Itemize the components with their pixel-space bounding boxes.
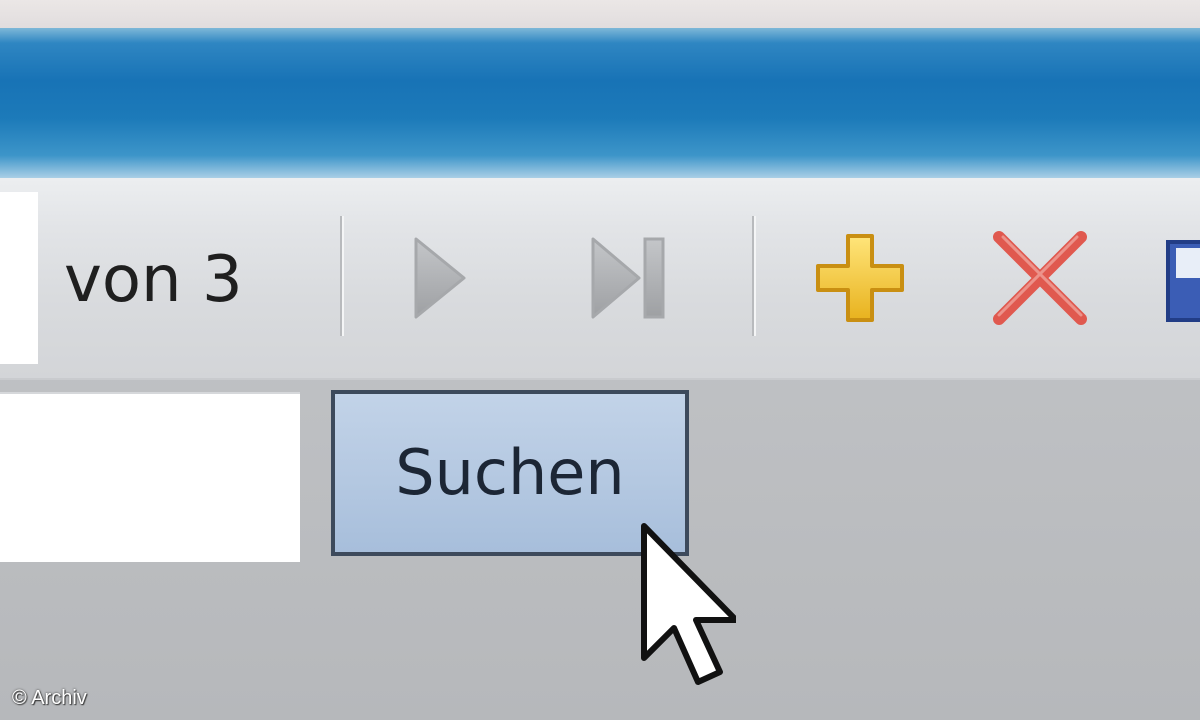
page-count-label: von 3 <box>64 243 243 317</box>
next-record-button[interactable] <box>380 218 500 338</box>
last-record-button[interactable] <box>570 218 690 338</box>
close-icon <box>993 231 1087 325</box>
window-title-bar <box>0 28 1200 178</box>
copyright-watermark: © Archiv <box>12 687 87 709</box>
mouse-pointer-icon <box>641 523 736 685</box>
page-number-field[interactable] <box>0 192 38 364</box>
window-top-edge <box>0 0 1200 28</box>
add-record-button[interactable] <box>800 218 920 338</box>
save-record-button[interactable] <box>1150 218 1200 338</box>
delete-record-button[interactable] <box>980 218 1100 338</box>
toolbar-separator <box>340 216 344 336</box>
plus-icon <box>816 234 904 322</box>
play-right-icon <box>414 237 466 319</box>
skip-to-end-icon <box>591 237 665 319</box>
screen: von 3 Suchen © Archiv <box>0 0 1200 720</box>
floppy-disk-icon <box>1166 240 1200 322</box>
toolbar-separator <box>752 216 756 336</box>
navigation-toolbar: von 3 <box>0 178 1200 380</box>
search-input[interactable] <box>0 392 300 562</box>
